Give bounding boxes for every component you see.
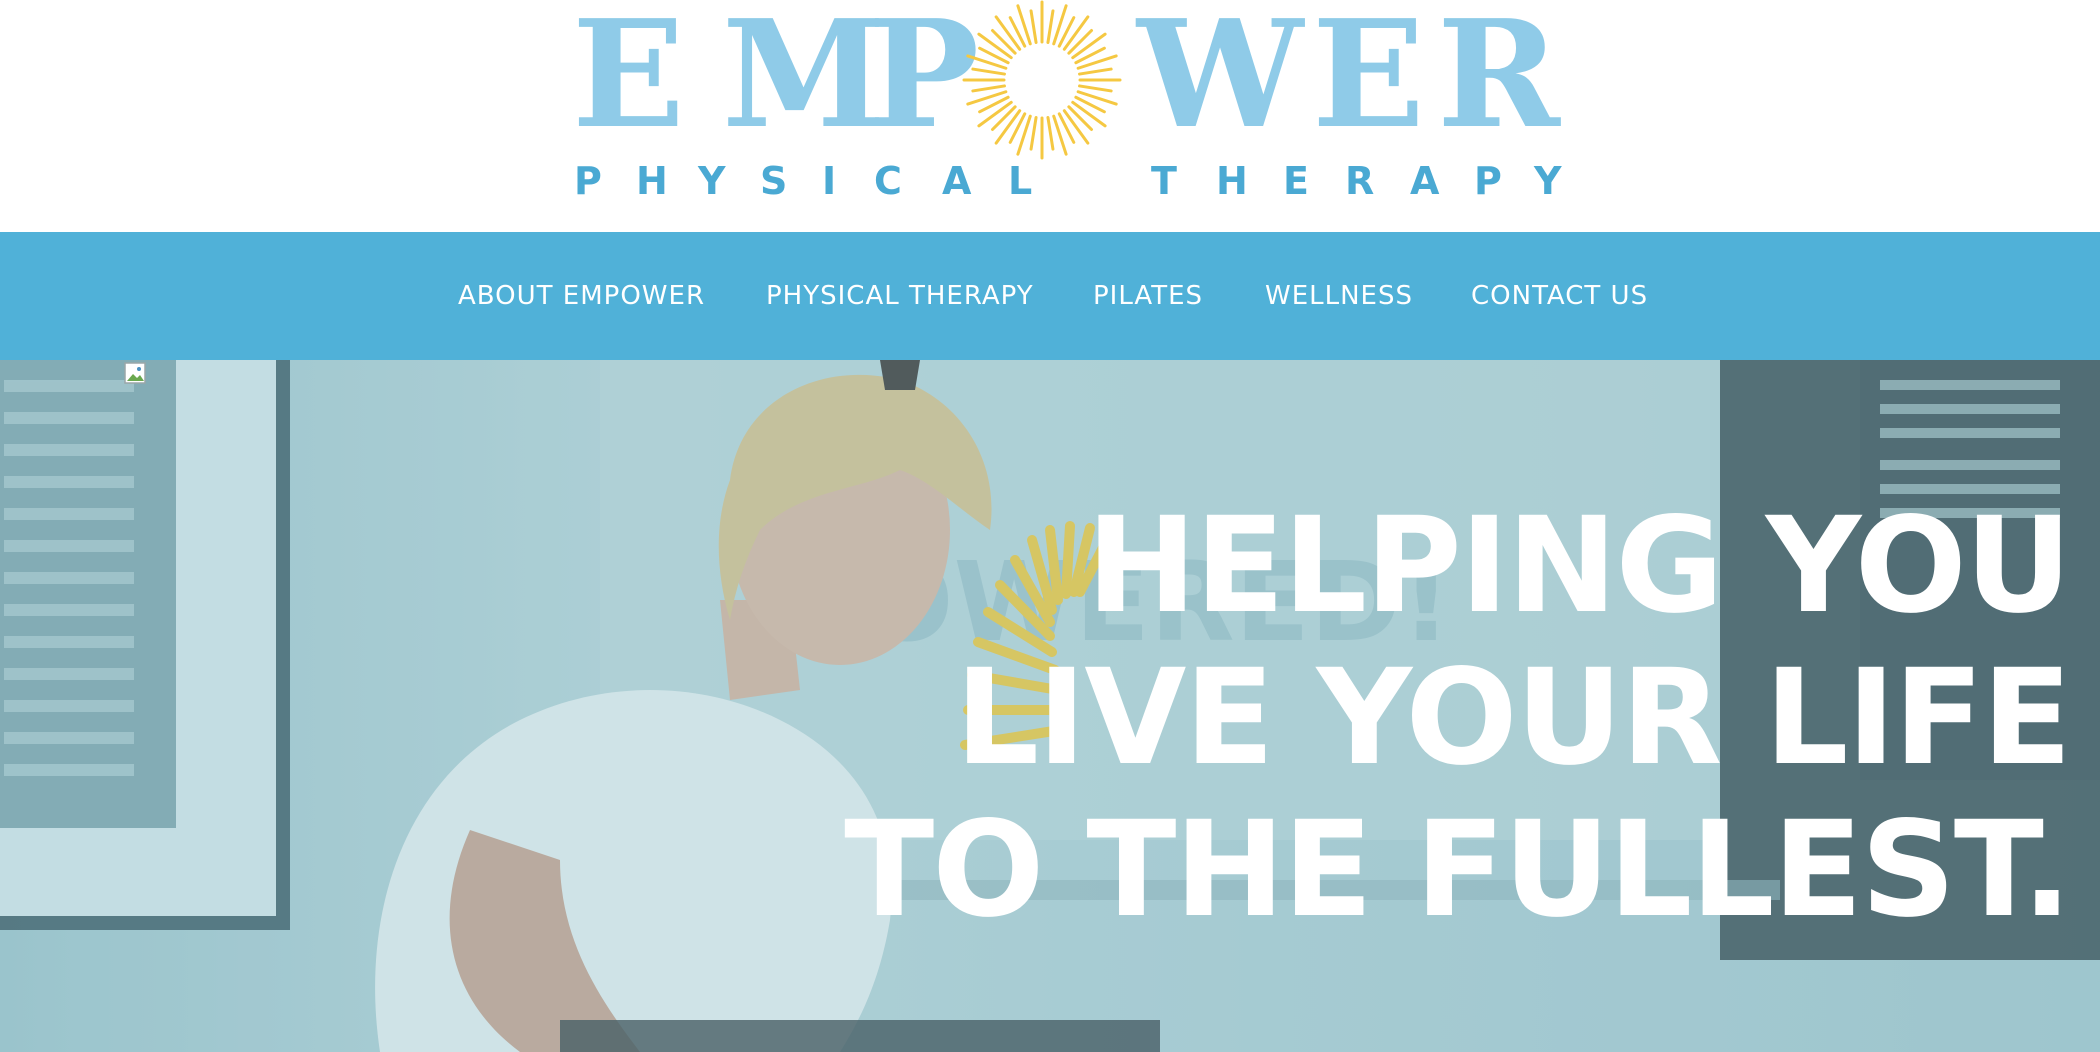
sun-icon: [962, 0, 1122, 160]
broken-image-icon: [124, 362, 146, 384]
nav-item-about-empower[interactable]: ABOUT EMPOWER: [458, 232, 705, 360]
logo-letter: M: [722, 0, 886, 161]
site-header: E M P W E R P H Y S I C A L T H E R A P …: [0, 0, 2100, 232]
logo-letter: W: [1137, 0, 1304, 161]
nav-item-pilates[interactable]: PILATES: [1093, 232, 1203, 360]
nav-item-wellness[interactable]: WELLNESS: [1265, 232, 1413, 360]
empower-logo[interactable]: E M P W E R P H Y S I C A L T H E R A P …: [560, 0, 1562, 232]
hero-headline-line-3: TO THE FULLEST.: [844, 793, 2072, 947]
hero-headline: HELPING YOU LIVE YOUR LIFE TO THE FULLES…: [844, 489, 2072, 947]
hero-banner: OWERED! HELPING YOU LIVE YOUR LIFE TO TH…: [0, 360, 2100, 1052]
logo-letter: R: [1437, 0, 1560, 161]
logo-letter: E: [1312, 0, 1425, 161]
hero-headline-line-2: LIVE YOUR LIFE: [955, 641, 2072, 795]
logo-letter: E: [572, 0, 685, 161]
hero-headline-line-1: HELPING YOU: [1086, 489, 2072, 643]
nav-item-physical-therapy[interactable]: PHYSICAL THERAPY: [766, 232, 1034, 360]
nav-item-contact-us[interactable]: CONTACT US: [1471, 232, 1648, 360]
main-nav: ABOUT EMPOWER PHYSICAL THERAPY PILATES W…: [0, 232, 2100, 360]
